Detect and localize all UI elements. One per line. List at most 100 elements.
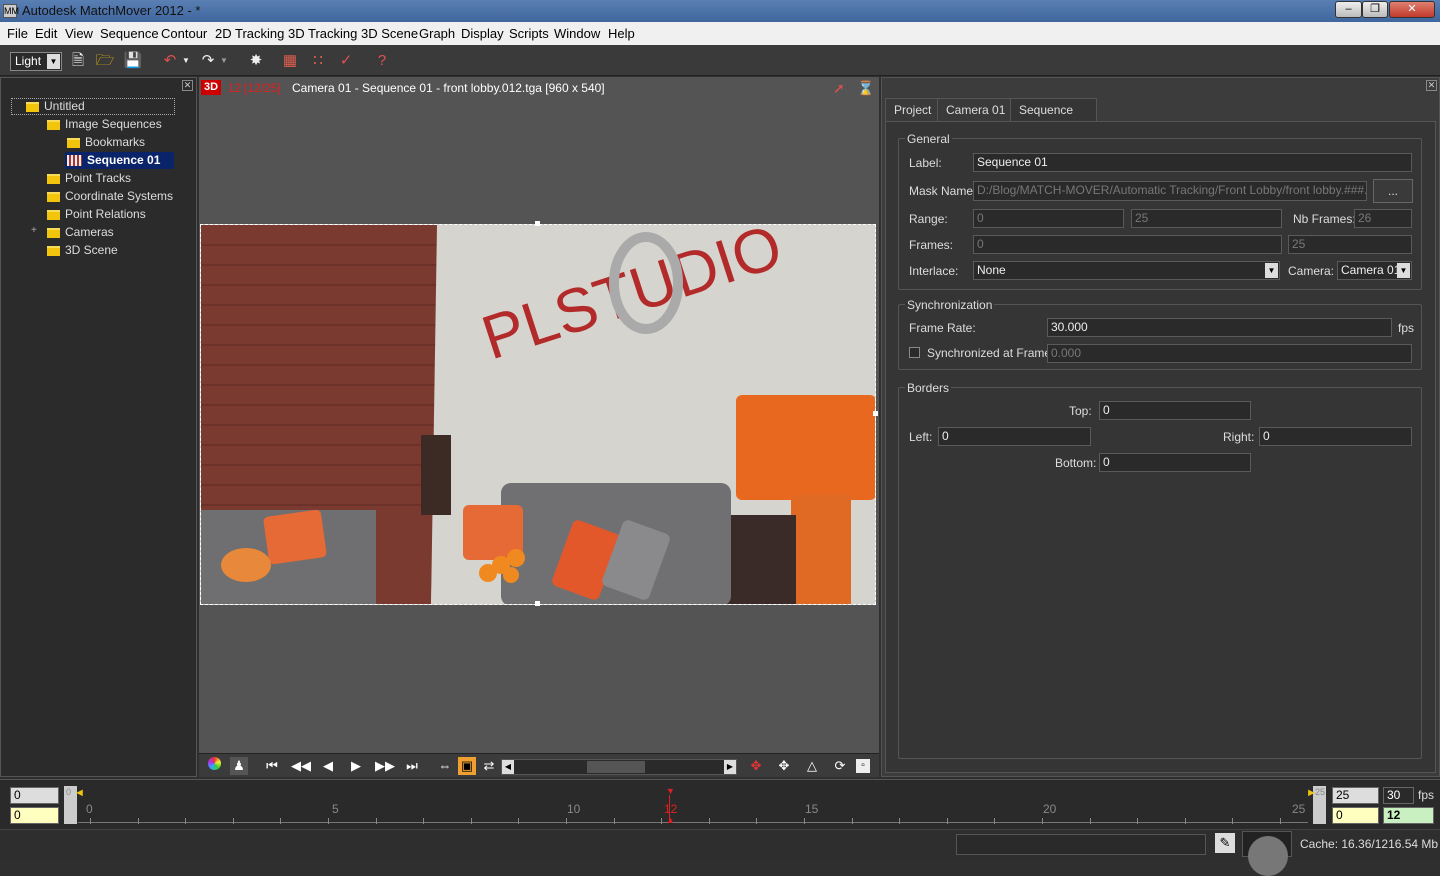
- menu-2d-tracking[interactable]: 2D Tracking: [215, 26, 284, 41]
- menu-scripts[interactable]: Scripts: [509, 26, 549, 41]
- fps-field[interactable]: 30: [1383, 787, 1414, 804]
- tree-item-point-tracks[interactable]: Point Tracks: [47, 171, 131, 188]
- tree-item-bookmarks[interactable]: Bookmarks: [67, 135, 145, 152]
- redo-dropdown-icon[interactable]: ▼: [218, 51, 230, 71]
- viewport-scrollbar[interactable]: ◀ ▶: [501, 759, 737, 775]
- menu-edit[interactable]: Edit: [35, 26, 57, 41]
- play-backward-icon[interactable]: ◀: [319, 757, 337, 775]
- help-icon[interactable]: ?: [372, 51, 392, 71]
- menu-3d-scene[interactable]: 3D Scene: [361, 26, 418, 41]
- step-forward-icon[interactable]: ▶▶: [375, 757, 395, 775]
- edit-icon[interactable]: ✎: [1215, 833, 1235, 853]
- tree-item-untitled[interactable]: Untitled: [11, 98, 175, 115]
- close-button[interactable]: ✕: [1389, 1, 1435, 18]
- move-icon[interactable]: ✥: [747, 757, 765, 775]
- mask-name-field[interactable]: D:/Blog/MATCH-MOVER/Automatic Tracking/F…: [973, 181, 1367, 201]
- frame-rate-field[interactable]: 30.000: [1047, 318, 1392, 337]
- track-points-icon[interactable]: ∷: [308, 51, 328, 71]
- timeline-tick: [947, 818, 948, 824]
- left-field[interactable]: 0: [938, 427, 1091, 446]
- menu-graph[interactable]: Graph: [419, 26, 455, 41]
- synced-checkbox[interactable]: [909, 347, 920, 358]
- camera-dropdown[interactable]: Camera 01 ▼: [1337, 261, 1412, 280]
- frames-end-field[interactable]: 25: [1288, 235, 1412, 254]
- rotate-icon[interactable]: ⟳: [831, 757, 849, 775]
- playhead-top-icon[interactable]: ▼: [666, 786, 675, 796]
- solve-icon[interactable]: ✓: [336, 51, 356, 71]
- menu-3d-tracking[interactable]: 3D Tracking: [288, 26, 357, 41]
- range-end-bottom-field[interactable]: 0: [1332, 807, 1379, 824]
- tree-item-cameras[interactable]: Cameras: [47, 225, 114, 242]
- frame-toggle-icon[interactable]: ▫: [856, 759, 870, 773]
- people-icon[interactable]: ♟: [230, 757, 248, 775]
- viewport[interactable]: 3D 12 [12/25] Camera 01 - Sequence 01 - …: [199, 77, 879, 777]
- minimize-button[interactable]: –: [1335, 1, 1362, 18]
- swap-icon[interactable]: ⇄: [480, 757, 498, 775]
- crop-handle-right[interactable]: [873, 411, 878, 416]
- maximize-button[interactable]: ❐: [1362, 1, 1388, 18]
- range-start-field[interactable]: 0: [973, 209, 1124, 228]
- go-to-start-icon[interactable]: ⏮: [263, 757, 281, 775]
- scroll-right-icon[interactable]: ▶: [724, 760, 736, 774]
- close-panel-icon[interactable]: ✕: [1426, 80, 1437, 91]
- step-back-icon[interactable]: ◀◀: [291, 757, 311, 775]
- timeline-tick: [756, 818, 757, 824]
- pan-icon[interactable]: ✥: [775, 757, 793, 775]
- timeline-tick: [852, 818, 853, 824]
- range-end-field[interactable]: 25: [1131, 209, 1282, 228]
- menu-help[interactable]: Help: [608, 26, 635, 41]
- expand-icon[interactable]: +: [31, 225, 37, 242]
- tree-item-3d-scene[interactable]: 3D Scene: [47, 243, 118, 260]
- range-start-top-field[interactable]: 0: [10, 787, 59, 804]
- undo-dropdown-icon[interactable]: ▼: [180, 51, 192, 71]
- hourglass-icon[interactable]: ⌛: [857, 80, 874, 97]
- scroll-left-icon[interactable]: ◀: [502, 760, 514, 774]
- right-field[interactable]: 0: [1259, 427, 1412, 446]
- menu-contour[interactable]: Contour: [161, 26, 207, 41]
- close-panel-icon[interactable]: ✕: [182, 80, 193, 91]
- open-folder-icon[interactable]: 🗁: [95, 51, 115, 71]
- tab-project[interactable]: Project: [885, 98, 941, 122]
- light-dropdown[interactable]: Light ▼: [10, 52, 62, 71]
- menu-sequence[interactable]: Sequence: [100, 26, 159, 41]
- fit-width-icon[interactable]: ⇔: [436, 757, 454, 775]
- crop-handle-top[interactable]: [535, 221, 540, 226]
- menu-display[interactable]: Display: [461, 26, 504, 41]
- tab-camera-01[interactable]: Camera 01: [937, 98, 1015, 122]
- browse-button[interactable]: ...: [1373, 179, 1413, 203]
- interlace-dropdown[interactable]: None ▼: [973, 261, 1280, 280]
- timeline-tick: [138, 818, 139, 824]
- top-field[interactable]: 0: [1099, 401, 1251, 420]
- redo-icon[interactable]: ↷: [198, 51, 218, 71]
- play-forward-icon[interactable]: ▶: [347, 757, 365, 775]
- frames-start-field[interactable]: 0: [973, 235, 1282, 254]
- scroll-thumb[interactable]: [587, 761, 645, 773]
- new-file-icon[interactable]: 🗎: [68, 51, 88, 71]
- go-to-end-icon[interactable]: ⏭: [403, 757, 421, 775]
- magic-wand-icon[interactable]: ✸: [246, 51, 266, 71]
- tree-item-image-sequences[interactable]: Image Sequences: [47, 117, 162, 134]
- synced-frame-field[interactable]: 0.000: [1047, 344, 1412, 363]
- tree-item-coordinate-systems[interactable]: Coordinate Systems: [47, 189, 173, 206]
- undo-icon[interactable]: ↶: [160, 51, 180, 71]
- image-mode-icon[interactable]: ▣: [458, 757, 476, 775]
- save-icon[interactable]: 💾: [123, 51, 143, 71]
- tree-item-sequence-01[interactable]: Sequence 01: [65, 152, 175, 169]
- fps-label: fps: [1398, 321, 1415, 335]
- range-end-top-field[interactable]: 25: [1332, 787, 1379, 804]
- menu-file[interactable]: File: [7, 26, 28, 41]
- menu-window[interactable]: Window: [554, 26, 600, 41]
- tree-item-point-relations[interactable]: Point Relations: [47, 207, 146, 224]
- pin-icon[interactable]: ➚: [833, 80, 845, 97]
- menu-view[interactable]: View: [65, 26, 93, 41]
- tab-sequence-01[interactable]: Sequence 01: [1010, 98, 1097, 139]
- crop-handle-bottom[interactable]: [535, 601, 540, 606]
- range-start-bottom-field[interactable]: 0: [10, 807, 59, 824]
- color-wheel-icon[interactable]: [205, 757, 223, 775]
- nb-frames-field[interactable]: 26: [1354, 209, 1412, 228]
- label-field[interactable]: Sequence 01: [973, 153, 1412, 172]
- sequence-strip-icon[interactable]: ▦: [280, 51, 300, 71]
- orbit-icon[interactable]: △: [803, 757, 821, 775]
- current-frame-field[interactable]: 12: [1383, 807, 1434, 824]
- bottom-field[interactable]: 0: [1099, 453, 1251, 472]
